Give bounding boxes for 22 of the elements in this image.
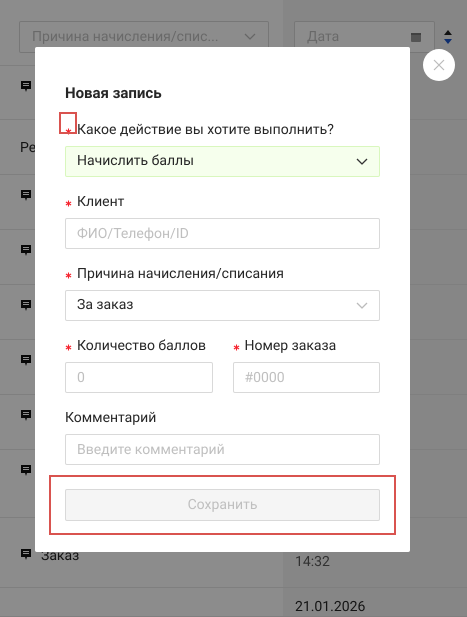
calendar-icon	[410, 31, 422, 43]
sort-icon[interactable]	[443, 29, 453, 45]
input-field[interactable]: #0000	[232, 362, 380, 393]
input-field[interactable]: 0	[65, 362, 212, 393]
field-label: Какое действие вы хотите выполнить?	[77, 120, 334, 140]
field-label: Клиент	[77, 192, 124, 212]
input-field[interactable]: Введите комментарий	[65, 434, 380, 465]
modal-title: Новая запись	[65, 83, 163, 103]
chevron-down-icon	[356, 158, 368, 166]
select-field[interactable]: За заказ	[65, 290, 380, 321]
row-time: 14:32	[295, 553, 331, 572]
field-label: Причина начисления/списания	[77, 264, 284, 284]
chevron-down-icon	[244, 33, 256, 41]
row-date: 21.01.2026	[295, 598, 366, 616]
close-icon	[433, 59, 445, 71]
chevron-down-icon	[356, 302, 368, 310]
input-field[interactable]: ФИО/Телефон/ID	[65, 218, 380, 249]
row-text: Ре	[20, 139, 36, 158]
field-label: Номер заказа	[244, 336, 336, 356]
select-field[interactable]: Начислить баллы	[65, 146, 380, 177]
field-label: Количество баллов	[77, 336, 206, 356]
field-label: Комментарий	[65, 408, 156, 428]
